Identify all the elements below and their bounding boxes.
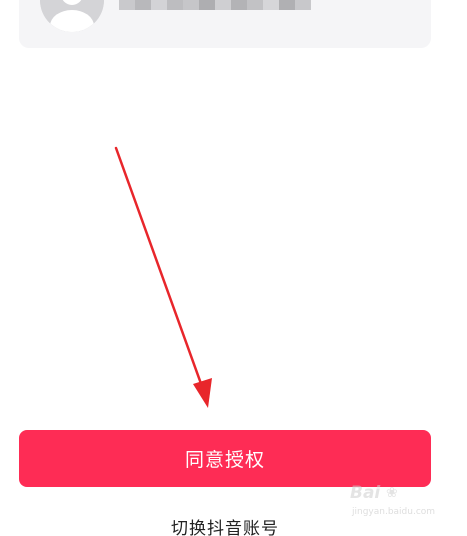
mosaic-block [279, 0, 295, 10]
mosaic-block [215, 0, 231, 10]
account-card [19, 0, 431, 48]
watermark-logo: Bai [350, 483, 381, 503]
mosaic-block [199, 0, 215, 10]
mosaic-block [151, 0, 167, 10]
default-user-icon [40, 0, 104, 32]
avatar [40, 0, 104, 32]
watermark-url: jingyan.baidu.com [352, 507, 436, 517]
agree-authorize-button[interactable]: 同意授权 [19, 430, 431, 487]
masked-username [119, 0, 311, 10]
arrow-shaft [114, 146, 206, 394]
mosaic-block [135, 0, 151, 10]
baidu-paw-icon: ❀ [386, 485, 398, 501]
mosaic-block [119, 0, 135, 10]
mosaic-block [231, 0, 247, 10]
authorization-page: 同意授权 切换抖音账号 Bai ❀ jingyan.baidu.com [0, 0, 467, 536]
mosaic-block [263, 0, 279, 10]
mosaic-block [167, 0, 183, 10]
mosaic-block [183, 0, 199, 10]
mosaic-block [247, 0, 263, 10]
arrow-pointer-icon [193, 378, 212, 408]
watermark: Bai ❀ jingyan.baidu.com [350, 483, 460, 523]
mosaic-block [295, 0, 311, 10]
